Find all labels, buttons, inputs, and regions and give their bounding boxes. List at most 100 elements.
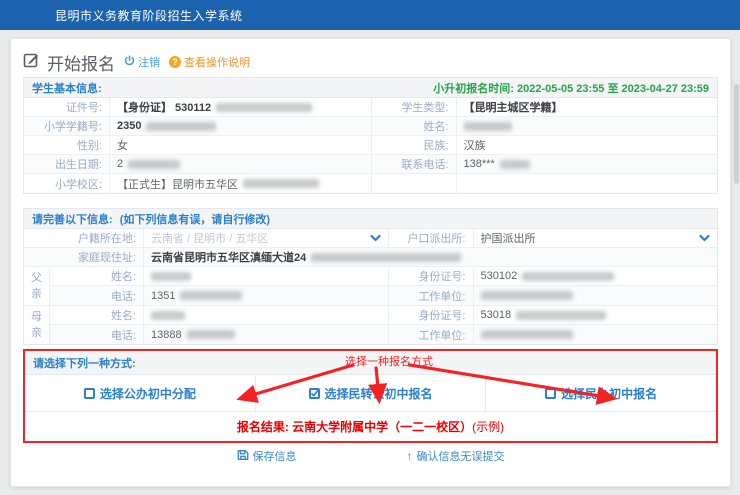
registration-method-section: 请选择下列一种方式: 选择一种报名方式 选择公办初中分配 选择民转公初 bbox=[23, 349, 718, 443]
id-value: 【身份证】 530112 bbox=[110, 98, 371, 116]
power-icon bbox=[124, 55, 135, 69]
mother-phone-label: 电话: bbox=[50, 325, 144, 344]
page-title: 开始报名 bbox=[23, 50, 115, 75]
name-value bbox=[457, 117, 718, 135]
mother-row-phone-employer: 电话: 13888 工作单位: bbox=[50, 325, 717, 344]
period-label: 小升初报名时间: bbox=[433, 83, 514, 95]
chevron-down-icon[interactable] bbox=[699, 234, 710, 242]
father-phone-value: 1351 bbox=[144, 286, 388, 305]
father-name-label: 姓名: bbox=[50, 267, 144, 285]
mother-employer-value bbox=[474, 325, 718, 344]
father-row-phone-employer: 电话: 1351 工作单位: bbox=[50, 286, 717, 305]
app-title: 昆明市义务教育阶段招生入学系统 bbox=[55, 7, 243, 24]
student-basic-info-table: 学生基本信息: 小升初报名时间: 2022-05-05 23:55 至 2023… bbox=[23, 77, 718, 194]
option-label: 选择民转公初中报名 bbox=[325, 385, 433, 402]
id-label: 证件号: bbox=[24, 98, 110, 116]
birth-label: 出生日期: bbox=[24, 155, 110, 173]
phone-value: 138*** bbox=[457, 155, 718, 173]
row-gender-ethnic: 性别: 女 民族: 汉族 bbox=[24, 136, 717, 155]
checkbox-checked-icon[interactable] bbox=[309, 388, 320, 399]
result-value: 云南大学附属中学（一二一校区） bbox=[292, 418, 472, 435]
primary-no-label: 小学学籍号: bbox=[24, 117, 110, 135]
redacted-phone bbox=[500, 160, 530, 169]
app-header: 昆明市义务教育阶段招生入学系统 bbox=[0, 0, 740, 30]
row-no-and-name: 小学学籍号: 2350 姓名: bbox=[24, 117, 717, 136]
annotation-text: 选择一种报名方式 bbox=[345, 353, 433, 369]
gender-value: 女 bbox=[110, 136, 371, 154]
father-name-value bbox=[144, 267, 388, 285]
police-station-label: 户口派出所: bbox=[388, 229, 474, 247]
primary-no-value: 2350 bbox=[110, 117, 371, 135]
father-row-name-id: 姓名: 身份证号: 530102 bbox=[50, 267, 717, 286]
section-title-basic: 学生基本信息: bbox=[32, 80, 102, 96]
police-station-value: 护国派出所 bbox=[481, 230, 536, 246]
mother-block: 母亲 姓名: 身份证号: 53018 电话: 13888 工作单位: bbox=[24, 306, 717, 344]
empty-value bbox=[457, 174, 718, 193]
logout-label: 注销 bbox=[138, 54, 160, 70]
checkbox-unchecked-icon[interactable] bbox=[84, 388, 95, 399]
mother-phone-value: 13888 bbox=[144, 325, 388, 344]
redacted-campus bbox=[243, 179, 319, 188]
redacted-mother-employer bbox=[481, 330, 573, 339]
student-basic-info-header: 学生基本信息: 小升初报名时间: 2022-05-05 23:55 至 2023… bbox=[24, 78, 717, 98]
chevron-down-icon[interactable] bbox=[370, 234, 381, 242]
mother-employer-label: 工作单位: bbox=[388, 325, 474, 344]
save-icon bbox=[237, 449, 249, 464]
redacted-id bbox=[216, 103, 312, 112]
checkbox-unchecked-icon[interactable] bbox=[545, 388, 556, 399]
help-button[interactable]: ? 查看操作说明 bbox=[169, 54, 250, 70]
redacted-mother-phone bbox=[187, 330, 235, 339]
ethnic-label: 民族: bbox=[371, 136, 457, 154]
redacted-father-employer bbox=[481, 291, 573, 300]
save-button[interactable]: 保存信息 bbox=[237, 448, 297, 464]
father-id-value: 530102 bbox=[474, 267, 718, 285]
redacted-father-phone bbox=[180, 291, 242, 300]
redacted-father-name bbox=[151, 272, 191, 281]
section-title-choice: 请选择下列一种方式: bbox=[33, 355, 136, 371]
option-private-to-public[interactable]: 选择民转公初中报名 bbox=[255, 375, 486, 411]
home-address-value: 云南省昆明市五华区滇缅大道24 bbox=[144, 248, 717, 266]
redacted-home-address bbox=[311, 253, 461, 262]
redacted-mother-id bbox=[516, 311, 606, 320]
result-label: 报名结果: bbox=[237, 418, 289, 435]
gender-label: 性别: bbox=[24, 136, 110, 154]
method-options: 选择公办初中分配 选择民转公初中报名 选择民办初中报名 bbox=[25, 375, 716, 411]
birth-value: 2 bbox=[110, 155, 371, 173]
arrow-up-icon: ↑ bbox=[407, 449, 413, 463]
page-title-row: 开始报名 注销 ? 查看操作说明 bbox=[23, 47, 718, 77]
option-public-assignment[interactable]: 选择公办初中分配 bbox=[25, 375, 255, 411]
edit-icon bbox=[23, 52, 39, 73]
home-address-label: 家庭现住址: bbox=[24, 248, 144, 266]
result-note: (示例) bbox=[472, 418, 504, 435]
main-panel: 开始报名 注销 ? 查看操作说明 学生基本信息: 小升初报名时间: 2022-0… bbox=[10, 38, 731, 487]
mother-id-label: 身份证号: bbox=[388, 306, 474, 324]
registration-period: 小升初报名时间: 2022-05-05 23:55 至 2023-04-27 2… bbox=[433, 80, 709, 96]
row-campus: 小学校区: 【正式生】昆明市五华区 bbox=[24, 174, 717, 193]
row-residence: 户籍所在地: 云南省 / 昆明市 / 五华区 户口派出所: 护国派出所 bbox=[24, 229, 717, 248]
residence-select[interactable]: 云南省 / 昆明市 / 五华区 bbox=[144, 229, 388, 247]
redacted-mother-name bbox=[151, 311, 185, 320]
period-value: 2022-05-05 23:55 至 2023-04-27 23:59 bbox=[517, 83, 709, 95]
student-type-value: 【昆明主城区学籍】 bbox=[457, 98, 718, 116]
section-title-complete: 请完善以下信息: bbox=[32, 214, 113, 226]
submit-button[interactable]: ↑ 确认信息无误提交 bbox=[407, 448, 505, 464]
police-station-select[interactable]: 护国派出所 bbox=[474, 229, 718, 247]
father-label: 父亲 bbox=[24, 267, 50, 305]
section-note-complete: (如下列信息有误，请自行修改) bbox=[120, 214, 270, 226]
help-label: 查看操作说明 bbox=[184, 54, 250, 70]
mother-name-label: 姓名: bbox=[50, 306, 144, 324]
student-type-label: 学生类型: bbox=[371, 98, 457, 116]
row-birth-phone: 出生日期: 2 联系电话: 138*** bbox=[24, 155, 717, 174]
father-employer-label: 工作单位: bbox=[388, 286, 474, 305]
logout-button[interactable]: 注销 bbox=[124, 54, 160, 70]
mother-id-value: 53018 bbox=[474, 306, 718, 324]
option-private[interactable]: 选择民办初中报名 bbox=[485, 375, 716, 411]
mother-row-name-id: 姓名: 身份证号: 53018 bbox=[50, 306, 717, 325]
complete-info-header: 请完善以下信息: (如下列信息有误，请自行修改) bbox=[24, 209, 717, 229]
father-id-label: 身份证号: bbox=[388, 267, 474, 285]
name-label: 姓名: bbox=[371, 117, 457, 135]
scrollbar-thumb[interactable] bbox=[734, 84, 739, 184]
row-id-and-type: 证件号: 【身份证】 530112 学生类型: 【昆明主城区学籍】 bbox=[24, 98, 717, 117]
father-phone-label: 电话: bbox=[50, 286, 144, 305]
redacted-birth bbox=[128, 160, 180, 169]
